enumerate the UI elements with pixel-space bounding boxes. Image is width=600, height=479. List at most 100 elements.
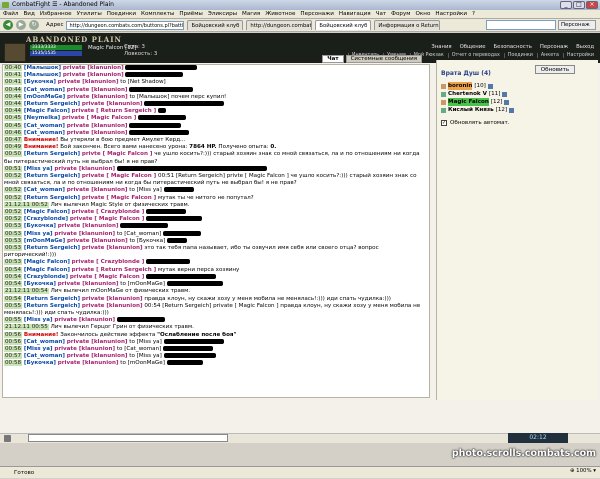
player-name[interactable]: Magic Falcon (448, 98, 489, 106)
message-sender[interactable]: [Return Sergeich] (24, 195, 80, 201)
message-recipient[interactable]: private [klanunion] (67, 238, 128, 244)
info-icon[interactable] (509, 107, 515, 113)
message-recipient[interactable]: private [klanunion] (63, 65, 124, 71)
checkbox-icon[interactable]: ✓ (441, 120, 447, 126)
message-sender[interactable]: [Return Sergeich] (24, 245, 80, 251)
chat-log[interactable]: 00:40 [Малышок] private [klanunion] 00:4… (2, 64, 430, 398)
refresh-icon[interactable]: ↻ (29, 20, 39, 30)
chat-input[interactable] (28, 434, 228, 442)
message-recipient[interactable]: privte [ Magic Falcon ] (82, 151, 153, 157)
player-row[interactable]: Chertenok V [11] (441, 90, 514, 98)
message-recipient[interactable]: private [klanunion] (67, 87, 128, 93)
message-sender[interactable]: [Miss ya] (24, 346, 53, 352)
message-recipient[interactable]: private [ Magic Falcon ] (82, 195, 156, 201)
smile-icon[interactable] (4, 435, 11, 442)
message-sender[interactable]: [Miss ya] (24, 231, 53, 237)
tab-system-messages[interactable]: Системные сообщения (345, 55, 422, 63)
player-row[interactable]: Magic Falcon [12] (441, 98, 514, 106)
menu-item[interactable]: Приёмы (179, 10, 202, 18)
sub-nav-item[interactable]: Поединки (503, 53, 533, 58)
search-button[interactable]: Персонаж (558, 20, 596, 30)
message-sender[interactable]: [Magic Falcon] (24, 108, 70, 114)
message-sender[interactable]: [Букочка] (24, 79, 56, 85)
menu-item[interactable]: Избранное (40, 10, 72, 18)
message-recipient[interactable]: private [klanunion] (67, 123, 128, 129)
player-row[interactable]: boronin [10] (441, 82, 514, 90)
refresh-button[interactable]: Обновить (535, 65, 575, 74)
auto-update-toggle[interactable]: ✓ Обновлять автомат. (441, 120, 510, 126)
message-sender[interactable]: [Crazyblonde] (24, 274, 68, 280)
player-row[interactable]: Кислый Князь [12] (441, 106, 515, 114)
menu-item[interactable]: Вид (23, 10, 34, 18)
message-recipient[interactable]: private [ Magic Falcon ] (62, 115, 136, 121)
top-nav-item[interactable]: Знания (431, 44, 451, 50)
message-recipient[interactable]: private [ Magic Falcon ] (70, 216, 144, 222)
message-recipient[interactable]: private [klanunion] (54, 346, 115, 352)
message-recipient[interactable]: private [klanunion] (54, 166, 115, 172)
menu-item[interactable]: Поединки (107, 10, 136, 18)
message-recipient[interactable]: private [klanunion] (58, 281, 119, 287)
tab-fight-club-1[interactable]: Бойцовский клуб (187, 20, 244, 30)
message-recipient[interactable]: private [ Crazyblonde ] (72, 209, 145, 215)
message-sender[interactable]: [Cat_woman] (24, 123, 65, 129)
menu-item[interactable]: Магия (242, 10, 260, 18)
menu-item[interactable]: Форум (391, 10, 410, 18)
message-recipient[interactable]: private [ Magic Falcon ] (82, 173, 156, 179)
menu-item[interactable]: Файл (3, 10, 18, 18)
top-nav-item[interactable]: Выход (576, 44, 594, 50)
message-sender[interactable]: [Magic Falcon] (24, 259, 70, 265)
message-sender[interactable]: [Cat_woman] (24, 187, 65, 193)
message-recipient[interactable]: private [klanunion] (67, 130, 128, 136)
message-recipient[interactable]: private [klanunion] (82, 101, 143, 107)
player-name[interactable]: Chertenok V (448, 90, 487, 98)
sub-nav-item[interactable]: Настройки (562, 53, 594, 58)
message-sender[interactable]: [Cat_woman] (24, 339, 65, 345)
tab-chat[interactable]: Чат (322, 55, 344, 63)
message-recipient[interactable]: private [ Magic Falcon ] (70, 274, 144, 280)
menu-item[interactable]: Настройки (435, 10, 467, 18)
message-recipient[interactable]: private [klanunion] (67, 187, 128, 193)
search-input[interactable] (486, 20, 556, 30)
info-icon[interactable] (502, 91, 508, 97)
message-recipient[interactable]: private [ Return Sergeich ] (72, 108, 157, 114)
message-sender[interactable]: [Return Sergeich] (24, 151, 80, 157)
message-recipient[interactable]: private [klanunion] (67, 94, 128, 100)
message-recipient[interactable]: private [ Return Sergeich ] (72, 267, 157, 273)
message-sender[interactable]: [Букочка] (24, 281, 56, 287)
menu-item[interactable]: Комплекты (141, 10, 174, 18)
zoom-control[interactable]: ⊕ 100% ▾ (570, 468, 596, 474)
message-recipient[interactable]: private [klanunion] (58, 223, 119, 229)
message-sender[interactable]: [Neymelka] (24, 115, 60, 121)
message-recipient[interactable]: private [klanunion] (67, 353, 128, 359)
menu-item[interactable]: Утилиты (77, 10, 102, 18)
message-recipient[interactable]: private [klanunion] (82, 245, 143, 251)
message-recipient[interactable]: private [ Crazyblonde ] (72, 259, 145, 265)
top-nav-item[interactable]: Персонаж (540, 44, 568, 50)
message-sender[interactable]: [Return Sergeich] (24, 101, 80, 107)
sub-nav-item[interactable]: Отчет о переводах (447, 53, 500, 58)
menu-item[interactable]: Навигация (339, 10, 371, 18)
top-nav-item[interactable]: Общение (460, 44, 486, 50)
message-recipient[interactable]: private [klanunion] (58, 360, 119, 366)
message-recipient[interactable]: private [klanunion] (82, 303, 143, 309)
maximize-icon[interactable]: □ (573, 1, 585, 9)
close-icon[interactable]: × (586, 1, 598, 9)
menu-item[interactable]: Персонажи (300, 10, 333, 18)
menu-item[interactable]: ? (472, 10, 475, 18)
message-sender[interactable]: [Miss ya] (24, 166, 53, 172)
top-nav-item[interactable]: Безопасность (493, 44, 531, 50)
message-sender[interactable]: [Miss ya] (24, 317, 53, 323)
info-icon[interactable] (487, 83, 493, 89)
tab-logs[interactable]: http://dungeon.combats.com/logs.pl?... (246, 20, 313, 30)
message-sender[interactable]: [Return Sergeich] (24, 173, 80, 179)
message-recipient[interactable]: private [klanunion] (54, 317, 115, 323)
menu-item[interactable]: Чат (376, 10, 387, 18)
message-sender[interactable]: [mOonMaGe] (24, 94, 65, 100)
message-recipient[interactable]: private [klanunion] (54, 231, 115, 237)
message-sender[interactable]: [Return Sergeich] (24, 303, 80, 309)
message-recipient[interactable]: private [klanunion] (82, 296, 143, 302)
forward-icon[interactable]: ▶ (16, 20, 26, 30)
message-sender[interactable]: [Букочка] (24, 360, 56, 366)
player-name[interactable]: Кислый Князь (448, 106, 494, 114)
message-sender[interactable]: [mOonMaGe] (24, 238, 65, 244)
